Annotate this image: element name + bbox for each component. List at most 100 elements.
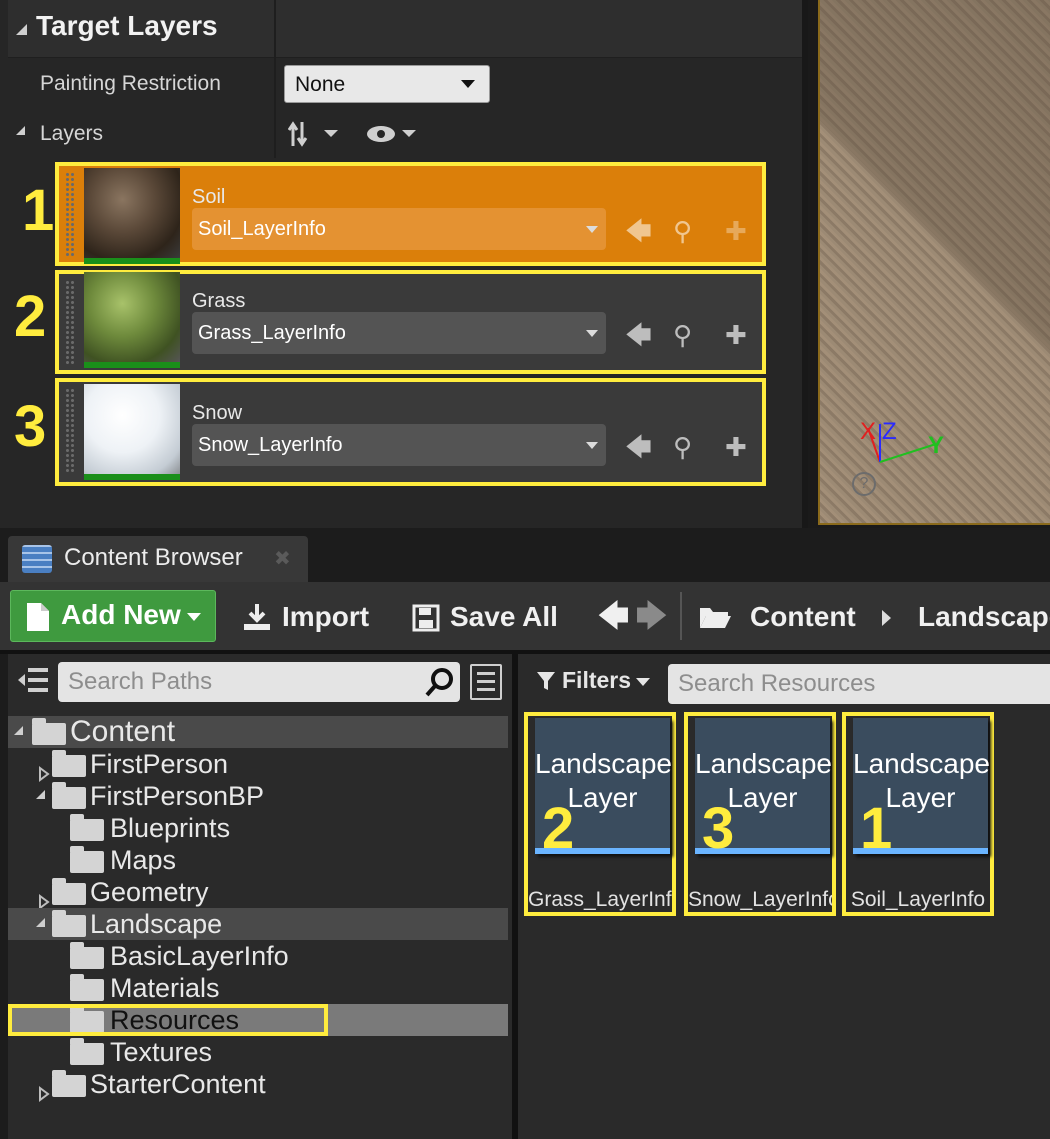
tab-content-browser[interactable]: Content Browser ✖: [8, 536, 308, 582]
tree-item-startercontent[interactable]: StarterContent: [8, 1068, 508, 1102]
folder-icon: [32, 718, 66, 745]
folder-icon: [70, 942, 104, 969]
tree-item-blueprints[interactable]: Blueprints: [8, 812, 508, 844]
pane-splitter[interactable]: [512, 654, 518, 1139]
chevron-down-icon: [586, 226, 598, 233]
drag-handle[interactable]: [65, 172, 75, 256]
tree-item-label: FirstPersonBP: [90, 781, 265, 811]
content-browser-icon: [22, 545, 52, 573]
callout-number: 3: [14, 394, 47, 459]
collapse-arrow-icon[interactable]: [16, 126, 25, 135]
layer-name: Grass: [192, 290, 246, 312]
tree-item-firstperson[interactable]: FirstPerson: [8, 748, 508, 782]
tree-item-content[interactable]: Content: [8, 716, 508, 748]
breadcrumb-separator-icon[interactable]: [882, 610, 891, 626]
folder-icon: [70, 846, 104, 873]
close-icon[interactable]: ✖: [274, 546, 291, 571]
browse-search-icon[interactable]: ⚲: [673, 322, 692, 348]
breadcrumb-landscape[interactable]: Landscape: [918, 592, 1050, 642]
callout-number: 2: [14, 284, 47, 349]
asset-tile-snow_layerinfo[interactable]: Landscape Layer 3 Snow_LayerInfo: [684, 712, 836, 916]
tree-item-firstpersonbp[interactable]: FirstPersonBP: [8, 780, 508, 812]
dropdown-value: None: [295, 73, 346, 96]
asset-tile-soil_layerinfo[interactable]: Landscape Layer 1 Soil_LayerInfo: [842, 712, 994, 916]
filters-button[interactable]: Filters: [536, 664, 656, 700]
filter-icon: [537, 672, 555, 690]
tree-item-landscape[interactable]: Landscape: [8, 908, 508, 940]
import-button[interactable]: Import: [242, 592, 372, 642]
breadcrumb-content[interactable]: Content: [750, 592, 856, 642]
painting-restriction-dropdown[interactable]: None: [284, 65, 490, 103]
search-icon: [425, 668, 453, 697]
tree-item-label: Geometry: [90, 877, 209, 907]
axis-z-label: Z: [882, 418, 897, 445]
callout-number: 1: [860, 796, 893, 861]
tree-item-label: BasicLayerInfo: [110, 941, 289, 971]
tree-item-maps[interactable]: Maps: [8, 844, 508, 876]
drag-handle[interactable]: [65, 388, 75, 472]
layer-info-combo[interactable]: Snow_LayerInfo: [192, 424, 606, 466]
collapsed-arrow-icon[interactable]: [38, 757, 50, 782]
tree-item-textures[interactable]: Textures: [8, 1036, 508, 1068]
callout-number: 3: [702, 796, 735, 861]
sort-dropdown[interactable]: [287, 118, 342, 150]
expanded-arrow-icon[interactable]: [14, 726, 23, 735]
search-resources-input[interactable]: Search Resources: [668, 664, 1050, 704]
collapse-sources-icon[interactable]: [16, 666, 50, 696]
search-resources-placeholder: Search Resources: [678, 670, 876, 697]
tree-item-basiclayerinfo[interactable]: BasicLayerInfo: [8, 940, 508, 972]
search-paths-input[interactable]: Search Paths: [58, 662, 460, 702]
callout-number: 1: [22, 178, 55, 243]
browse-search-icon[interactable]: ⚲: [673, 218, 692, 244]
tree-item-label: StarterContent: [90, 1069, 266, 1099]
sort-icon: [287, 121, 338, 147]
layer-row-snow[interactable]: Snow Snow_LayerInfo 🡄 ⚲ ✚: [55, 378, 766, 486]
level-viewport[interactable]: X Z Y ?: [818, 0, 1050, 525]
axis-y-label: Y: [928, 432, 945, 459]
layer-row-soil[interactable]: Soil Soil_LayerInfo 🡄 ⚲ ✚: [55, 162, 766, 266]
asset-tile-grass_layerinfo[interactable]: Landscape Layer 2 Grass_LayerInfo: [524, 712, 676, 916]
layer-name: Soil: [192, 186, 226, 208]
target-layers-header[interactable]: Target Layers: [8, 0, 802, 58]
help-icon[interactable]: ?: [852, 472, 876, 496]
use-selected-arrow-icon[interactable]: 🡄: [625, 322, 652, 348]
panel-edge: [802, 0, 808, 528]
save-all-button[interactable]: Save All: [412, 592, 562, 642]
drag-handle[interactable]: [65, 280, 75, 364]
layer-info-value: Snow_LayerInfo: [198, 434, 343, 456]
expanded-arrow-icon[interactable]: [36, 790, 45, 799]
use-selected-arrow-icon[interactable]: 🡄: [625, 218, 652, 244]
folder-icon: [70, 1038, 104, 1065]
column-divider: [274, 0, 276, 158]
forward-arrow-icon[interactable]: 🡆: [636, 592, 667, 642]
layer-row-grass[interactable]: Grass Grass_LayerInfo 🡄 ⚲ ✚: [55, 270, 766, 374]
tree-item-label: Content: [70, 715, 176, 748]
add-new-button[interactable]: Add New: [10, 590, 216, 642]
add-plus-icon[interactable]: ✚: [725, 322, 747, 348]
layer-thumbnail: [84, 384, 180, 480]
layer-info-value: Soil_LayerInfo: [198, 218, 326, 240]
collapsed-arrow-icon[interactable]: [38, 1077, 50, 1102]
add-plus-icon[interactable]: ✚: [725, 218, 747, 244]
browse-search-icon[interactable]: ⚲: [673, 434, 692, 460]
layer-info-combo[interactable]: Grass_LayerInfo: [192, 312, 606, 354]
asset-type-line1: Landscape: [695, 748, 833, 779]
filters-label: Filters: [562, 667, 632, 693]
back-arrow-icon[interactable]: 🡄: [598, 592, 629, 642]
layer-info-combo[interactable]: Soil_LayerInfo: [192, 208, 606, 250]
collapsed-arrow-icon[interactable]: [38, 885, 50, 910]
collapse-arrow-icon[interactable]: [16, 24, 27, 35]
new-file-icon: [27, 603, 49, 631]
tree-item-materials[interactable]: Materials: [8, 972, 508, 1004]
asset-name: Soil_LayerInfo: [850, 888, 986, 911]
view-options-icon[interactable]: [470, 664, 502, 700]
target-layers-panel: Target Layers Painting Restriction None …: [0, 0, 808, 528]
expanded-arrow-icon[interactable]: [36, 918, 45, 927]
content-browser: Content Browser ✖ Add New Import Save Al…: [0, 528, 1050, 1139]
save-all-label: Save All: [450, 601, 558, 632]
asset-type-line1: Landscape: [853, 748, 991, 779]
tree-item-geometry[interactable]: Geometry: [8, 876, 508, 910]
use-selected-arrow-icon[interactable]: 🡄: [625, 434, 652, 460]
visibility-dropdown[interactable]: [366, 120, 422, 148]
add-plus-icon[interactable]: ✚: [725, 434, 747, 460]
